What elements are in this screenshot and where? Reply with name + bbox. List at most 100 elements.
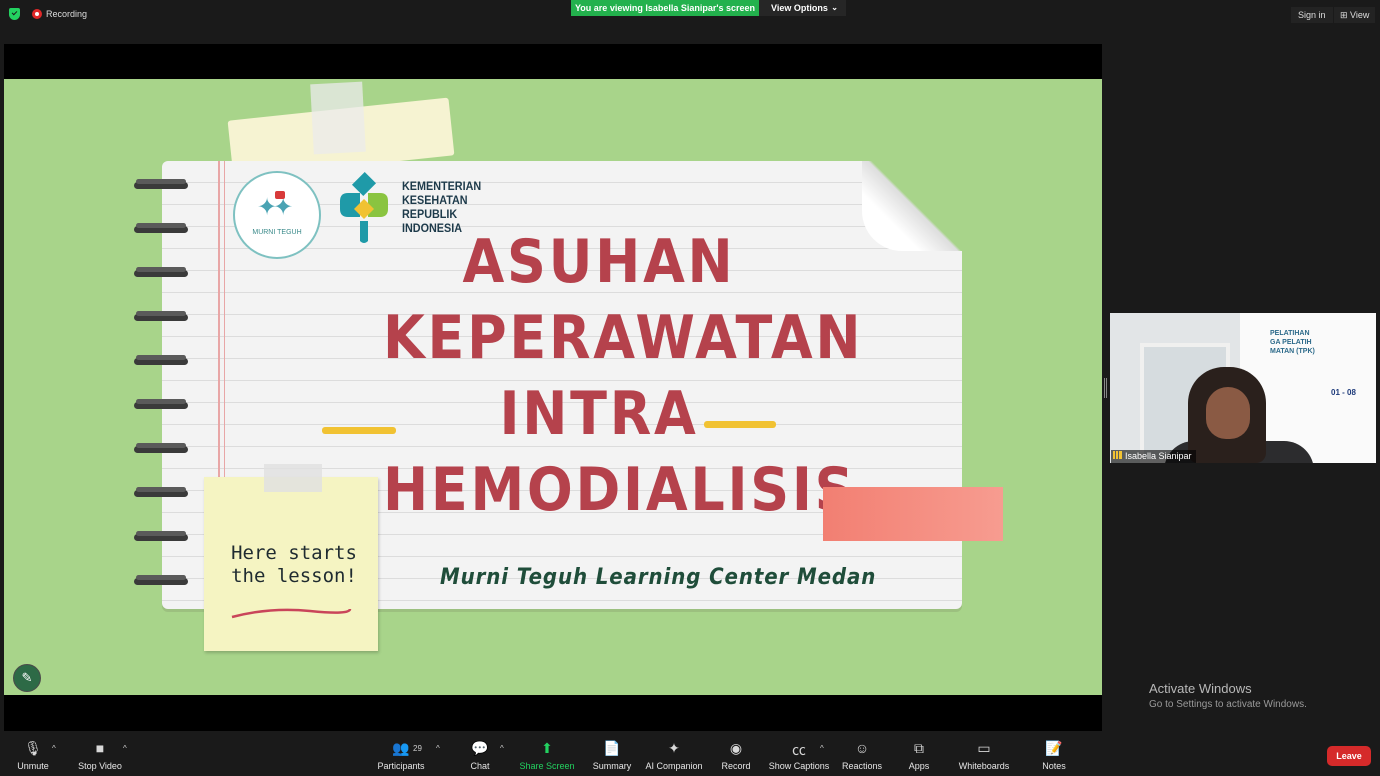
spiral-ring [134,531,188,541]
view-button[interactable]: ⊞ View [1334,7,1376,23]
pencil-icon: ✎ [21,670,33,685]
title-line: INTRA [499,379,699,449]
share-screen-button[interactable]: ⬆ Share Screen [519,740,575,771]
participants-label: Participants [377,761,425,771]
presentation-slide: ✦✦ MURNI TEGUH KEMENTERIAN KESEHATAN REP… [4,79,1102,695]
encryption-shield-icon[interactable] [9,8,20,20]
notes-icon: 📝 [1045,740,1063,756]
slide-title: ASUHAN KEPERAWATAN INTRA HEMODIALISIS [383,224,864,528]
participant-name-tag: Isabella Sianipar [1111,450,1196,463]
pink-tape-decoration [823,487,1003,541]
signal-bars-icon [1113,451,1122,459]
spiral-ring [134,311,188,321]
reactions-label: Reactions [841,761,883,771]
banner-line: PELATIHAN [1270,330,1310,337]
participant-video-tile[interactable]: PELATIHAN GA PELATIH MATAN (TPK) 01 - 08 [1110,313,1376,463]
chevron-down-icon: ⌄ [831,3,838,12]
summary-button[interactable]: 📄 Summary [590,740,634,771]
spiral-ring [134,355,188,365]
spiral-ring [134,223,188,233]
spiral-ring [134,267,188,277]
participants-caret[interactable]: ^ [436,744,440,753]
whiteboard-icon: ▭ [977,740,991,756]
reactions-icon: ☺ [854,740,870,756]
ministry-line: KEMENTERIAN [402,179,482,193]
participants-count: 29 [413,744,422,753]
leave-button[interactable]: Leave [1327,746,1371,766]
mic-muted-icon: 🎙 [24,740,42,756]
share-screen-label: Share Screen [519,761,575,771]
recording-label: Recording [46,9,88,19]
red-cross-mark [275,191,285,199]
chat-icon: 💬 [471,740,489,756]
sticky-line: the lesson! [231,565,357,587]
panel-resize-handle[interactable] [1104,378,1107,398]
activate-windows-subtitle: Go to Settings to activate Windows. [1149,699,1307,710]
ministry-line: KESEHATAN [402,193,468,207]
share-screen-icon: ⬆ [541,740,553,756]
view-label: View [1350,10,1370,20]
show-captions-label: Show Captions [768,761,830,771]
spiral-ring [134,487,188,497]
tape-decoration [310,81,366,155]
audio-options-caret[interactable]: ^ [52,744,56,753]
activate-windows-title: Activate Windows [1149,681,1252,696]
recording-icon [32,9,42,19]
grid-icon: ⊞ [1340,10,1351,20]
chat-button[interactable]: 💬 Chat [464,740,496,771]
participant-name: Isabella Sianipar [1125,451,1192,461]
record-button[interactable]: ◉ Record [718,740,754,771]
reactions-button[interactable]: ☺ Reactions [840,740,884,771]
spiral-ring [134,575,188,585]
yellow-dash-decoration [322,427,396,434]
banner-text: PELATIHAN GA PELATIH MATAN (TPK) [1110,329,1315,356]
whiteboards-label: Whiteboards [958,761,1010,771]
spiral-ring [134,399,188,409]
notes-button[interactable]: 📝 Notes [1039,740,1069,771]
summary-label: Summary [592,761,632,771]
record-icon: ◉ [729,740,743,756]
view-options-button[interactable]: View Options ⌄ [759,0,846,16]
banner-date: 01 - 08 [1331,388,1356,397]
apps-label: Apps [908,761,930,771]
video-options-caret[interactable]: ^ [123,744,127,753]
annotate-pencil-button[interactable]: ✎ [13,664,41,692]
squiggle-underline [231,608,352,619]
summary-icon: 📄 [603,740,621,756]
sticky-tape-decoration [264,464,322,492]
ai-companion-button[interactable]: ✦ AI Companion [643,740,705,771]
apps-icon: ⧉ [914,740,924,756]
chat-label: Chat [470,761,490,771]
title-line: ASUHAN [462,227,736,297]
whiteboards-button[interactable]: ▭ Whiteboards [955,740,1013,771]
sticky-note-text: Here starts the lesson! [214,542,374,588]
captions-caret[interactable]: ^ [820,744,824,753]
record-label: Record [721,761,751,771]
ai-companion-label: AI Companion [645,761,703,771]
video-camera-icon: ■ [95,740,105,756]
chat-caret[interactable]: ^ [500,744,504,753]
yellow-dash-decoration [704,421,776,428]
notes-label: Notes [1042,761,1066,771]
unmute-button[interactable]: 🎙 Unmute [13,740,53,771]
title-line: HEMODIALISIS [383,455,857,525]
sign-in-button[interactable]: Sign in [1291,7,1333,23]
sticky-line: Here starts [231,542,357,564]
unmute-label: Unmute [17,761,49,771]
viewing-screen-banner: You are viewing Isabella Sianipar's scre… [571,0,759,16]
murni-teguh-logo: ✦✦ MURNI TEGUH [233,171,321,259]
spiral-ring [134,179,188,189]
spiral-ring [134,443,188,453]
title-line: KEPERAWATAN [383,303,864,373]
apps-button[interactable]: ⧉ Apps [904,740,934,771]
murni-teguh-logo-label: MURNI TEGUH [252,229,302,236]
page-curl-decoration [862,161,964,251]
slide-subtitle: Murni Teguh Learning Center Medan [440,565,877,590]
stop-video-button[interactable]: ■ Stop Video [76,740,124,771]
participant-face [1206,387,1250,439]
banner-line: GA PELATIH [1270,339,1312,346]
stop-video-label: Stop Video [78,761,122,771]
shared-screen-area: ✦✦ MURNI TEGUH KEMENTERIAN KESEHATAN REP… [4,44,1102,731]
ministry-line: REPUBLIK [402,207,458,221]
view-options-label: View Options [771,3,828,13]
